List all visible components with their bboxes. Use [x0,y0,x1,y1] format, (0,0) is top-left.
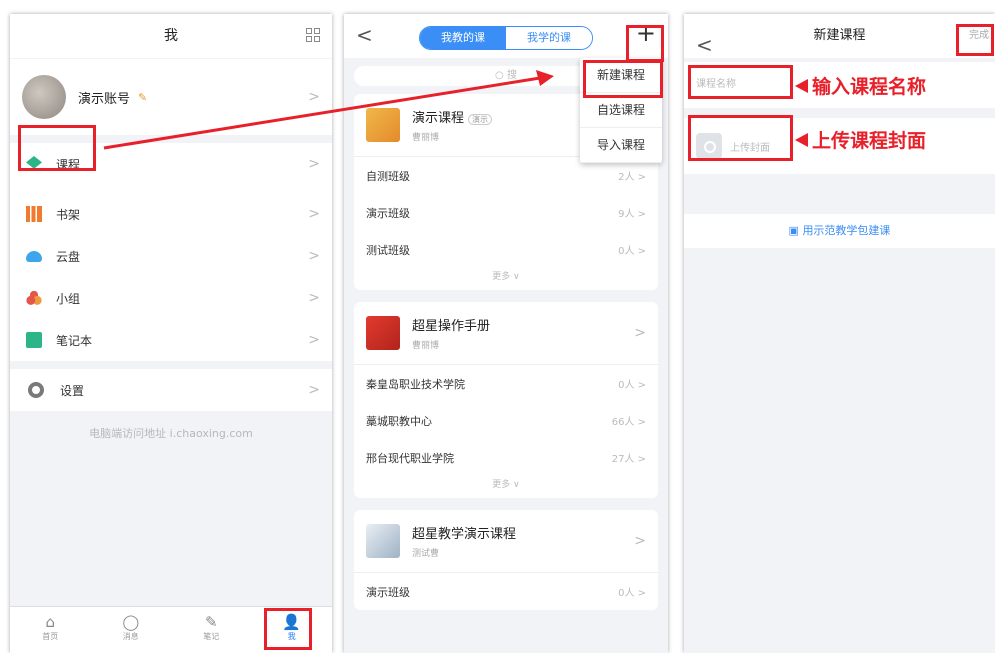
annotation-enter-name: 输入课程名称 [812,76,927,98]
arrow-cover-pointer [795,133,808,147]
arrow-head [536,70,554,86]
annotation-upload-cover: 上传课程封面 [812,130,927,152]
arrow-name-pointer [795,79,808,93]
arrow-line [103,76,541,150]
